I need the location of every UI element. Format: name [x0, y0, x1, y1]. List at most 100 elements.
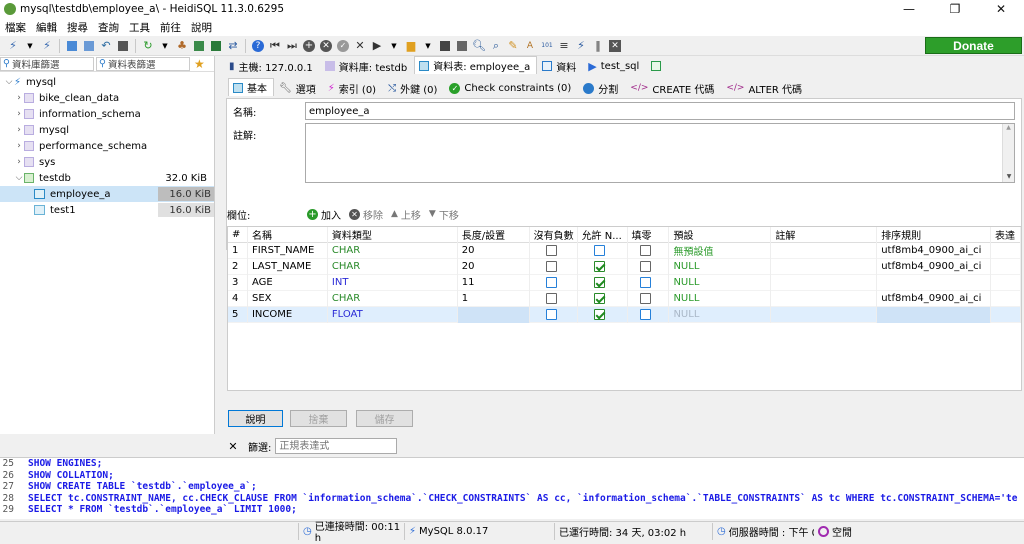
save-as-icon[interactable]: [455, 39, 469, 53]
last-record-icon[interactable]: ⏭: [285, 39, 299, 53]
first-record-icon[interactable]: ⏮: [268, 39, 282, 53]
zerofill-checkbox[interactable]: [639, 293, 651, 304]
minimize-button[interactable]: —: [886, 0, 932, 18]
post-record-icon[interactable]: ✓: [336, 39, 350, 53]
header-allow-null[interactable]: 允許 N...: [578, 227, 628, 243]
chevron-right-icon[interactable]: ›: [14, 141, 24, 151]
chevron-down-icon[interactable]: ⌵: [4, 77, 14, 87]
unsigned-checkbox[interactable]: [545, 309, 557, 320]
dropdown-arrow-icon[interactable]: ▼: [421, 39, 435, 53]
header-name[interactable]: 名稱: [248, 227, 328, 243]
help-button[interactable]: 說明: [228, 410, 283, 427]
header-unsigned[interactable]: 沒有負數: [530, 227, 578, 243]
allow-null-checkbox[interactable]: [593, 261, 605, 272]
menu-tools[interactable]: 工具: [124, 20, 155, 35]
sql-log-panel[interactable]: 25 SHOW ENGINES; 26 SHOW COLLATION; 27 SHOW…: [0, 457, 1024, 519]
donate-button[interactable]: Donate: [925, 37, 1022, 54]
table-row[interactable]: 1 FIRST_NAME CHAR 20 無預設值 utf8mb4_0900_a…: [228, 242, 1021, 259]
scroll-up-icon[interactable]: ▲: [1003, 124, 1014, 131]
tab-data[interactable]: 資料: [537, 58, 583, 74]
unsigned-checkbox[interactable]: [545, 261, 557, 272]
tab-create-code[interactable]: </> CREATE 代碼: [625, 80, 721, 96]
chevron-right-icon[interactable]: ›: [14, 157, 24, 167]
stop-query-icon[interactable]: ‖: [591, 39, 605, 53]
tab-query[interactable]: ▶ test_sql: [583, 58, 646, 74]
tree-node-database[interactable]: › performance_schema: [14, 138, 147, 154]
menu-edit[interactable]: 編輯: [31, 20, 62, 35]
dropdown-arrow-icon[interactable]: ▼: [387, 39, 401, 53]
format-sql-icon[interactable]: ✎: [506, 39, 520, 53]
table-row[interactable]: 4 SEX CHAR 1 NULL utf8mb4_0900_ai_ci: [228, 290, 1021, 307]
filter-input[interactable]: [275, 438, 398, 454]
save-icon[interactable]: [438, 39, 452, 53]
header-zerofill[interactable]: 填零: [628, 227, 670, 243]
menu-help[interactable]: 說明: [186, 20, 217, 35]
header-comment[interactable]: 註解: [771, 227, 878, 243]
sync-icon[interactable]: ⇄: [226, 39, 240, 53]
open-folder-icon[interactable]: ▆: [404, 39, 418, 53]
table-name-input[interactable]: [305, 102, 1015, 120]
binary-mode-icon[interactable]: 101: [540, 39, 554, 53]
add-column-button[interactable]: + 加入: [307, 207, 341, 222]
allow-null-checkbox[interactable]: [593, 293, 605, 304]
scroll-down-icon[interactable]: ▼: [1003, 173, 1015, 180]
import-icon[interactable]: [192, 39, 206, 53]
cancel-icon[interactable]: ✕: [353, 39, 367, 53]
chevron-down-icon[interactable]: ⌵: [14, 173, 24, 183]
header-num[interactable]: #: [228, 227, 248, 243]
tree-node-database[interactable]: › bike_clean_data: [14, 90, 119, 106]
menu-goto[interactable]: 前往: [155, 20, 186, 35]
allow-null-checkbox[interactable]: [593, 245, 605, 256]
unsigned-checkbox[interactable]: [545, 293, 557, 304]
delete-record-icon[interactable]: ✕: [319, 39, 333, 53]
tab-partitions[interactable]: 分割: [578, 80, 625, 96]
tree-node-table[interactable]: test1 16.0 KiB: [0, 202, 214, 218]
dropdown-arrow-icon[interactable]: ▼: [158, 39, 172, 53]
tab-options[interactable]: 🔧︎ 選項: [274, 80, 323, 96]
chevron-right-icon[interactable]: ›: [14, 125, 24, 135]
tree-node-testdb[interactable]: ⌵ testdb 32.0 KiB: [14, 170, 211, 186]
export-icon[interactable]: [209, 39, 223, 53]
zerofill-checkbox[interactable]: [639, 309, 651, 320]
discard-button[interactable]: 捨棄: [290, 410, 347, 427]
menu-query[interactable]: 查詢: [93, 20, 124, 35]
sql-help-icon[interactable]: A: [523, 39, 537, 53]
chevron-right-icon[interactable]: ›: [14, 109, 24, 119]
close-tab-icon[interactable]: ✕: [608, 39, 622, 53]
single-connection-icon[interactable]: ⚡: [574, 39, 588, 53]
move-down-button[interactable]: ▼ 下移: [429, 207, 459, 222]
zerofill-checkbox[interactable]: [639, 277, 651, 288]
copy-icon[interactable]: [65, 39, 79, 53]
refresh-icon[interactable]: ↻: [141, 39, 155, 53]
tree-node-server[interactable]: ⌵ ⚡ mysql: [4, 74, 56, 90]
find-replace-icon[interactable]: ⌕: [489, 39, 503, 53]
close-button[interactable]: ✕: [978, 0, 1024, 18]
tree-node-database[interactable]: › sys: [14, 154, 55, 170]
tab-check-constraints[interactable]: ✓ Check constraints (0): [444, 80, 578, 96]
tab-host[interactable]: ▮ 主機: 127.0.0.1: [224, 58, 320, 74]
move-up-button[interactable]: ▲ 上移: [391, 207, 421, 222]
comment-scrollbar[interactable]: ▲ ▼: [1002, 124, 1014, 182]
unsigned-checkbox[interactable]: [545, 245, 557, 256]
help-icon[interactable]: ?: [251, 39, 265, 53]
header-default[interactable]: 預設: [669, 227, 772, 243]
tab-foreign-keys[interactable]: ⤭ 外鍵 (0): [383, 80, 444, 96]
tab-basic[interactable]: 基本: [228, 78, 274, 96]
allow-null-checkbox[interactable]: [593, 277, 605, 288]
chevron-right-icon[interactable]: ›: [14, 93, 24, 103]
comment-textarea[interactable]: ▲ ▼: [305, 123, 1015, 183]
undo-icon[interactable]: ↶: [99, 39, 113, 53]
search-icon[interactable]: 🔍︎: [472, 39, 486, 53]
tab-new-query[interactable]: [646, 58, 668, 74]
session-manager-icon[interactable]: ⚡: [6, 39, 20, 53]
run-icon[interactable]: ▶: [370, 39, 384, 53]
tree-node-table-selected[interactable]: employee_a 16.0 KiB: [0, 186, 214, 202]
unsigned-checkbox[interactable]: [545, 277, 557, 288]
tree-node-database[interactable]: › mysql: [14, 122, 69, 138]
allow-null-checkbox[interactable]: [593, 309, 605, 320]
wrap-lines-icon[interactable]: ≡: [557, 39, 571, 53]
table-row[interactable]: 3 AGE INT 11 NULL: [228, 274, 1021, 291]
database-filter-input[interactable]: ⚲ 資料庫篩選: [0, 56, 94, 71]
user-manager-icon[interactable]: ♣: [175, 39, 189, 53]
header-expression[interactable]: 表達: [991, 227, 1021, 243]
